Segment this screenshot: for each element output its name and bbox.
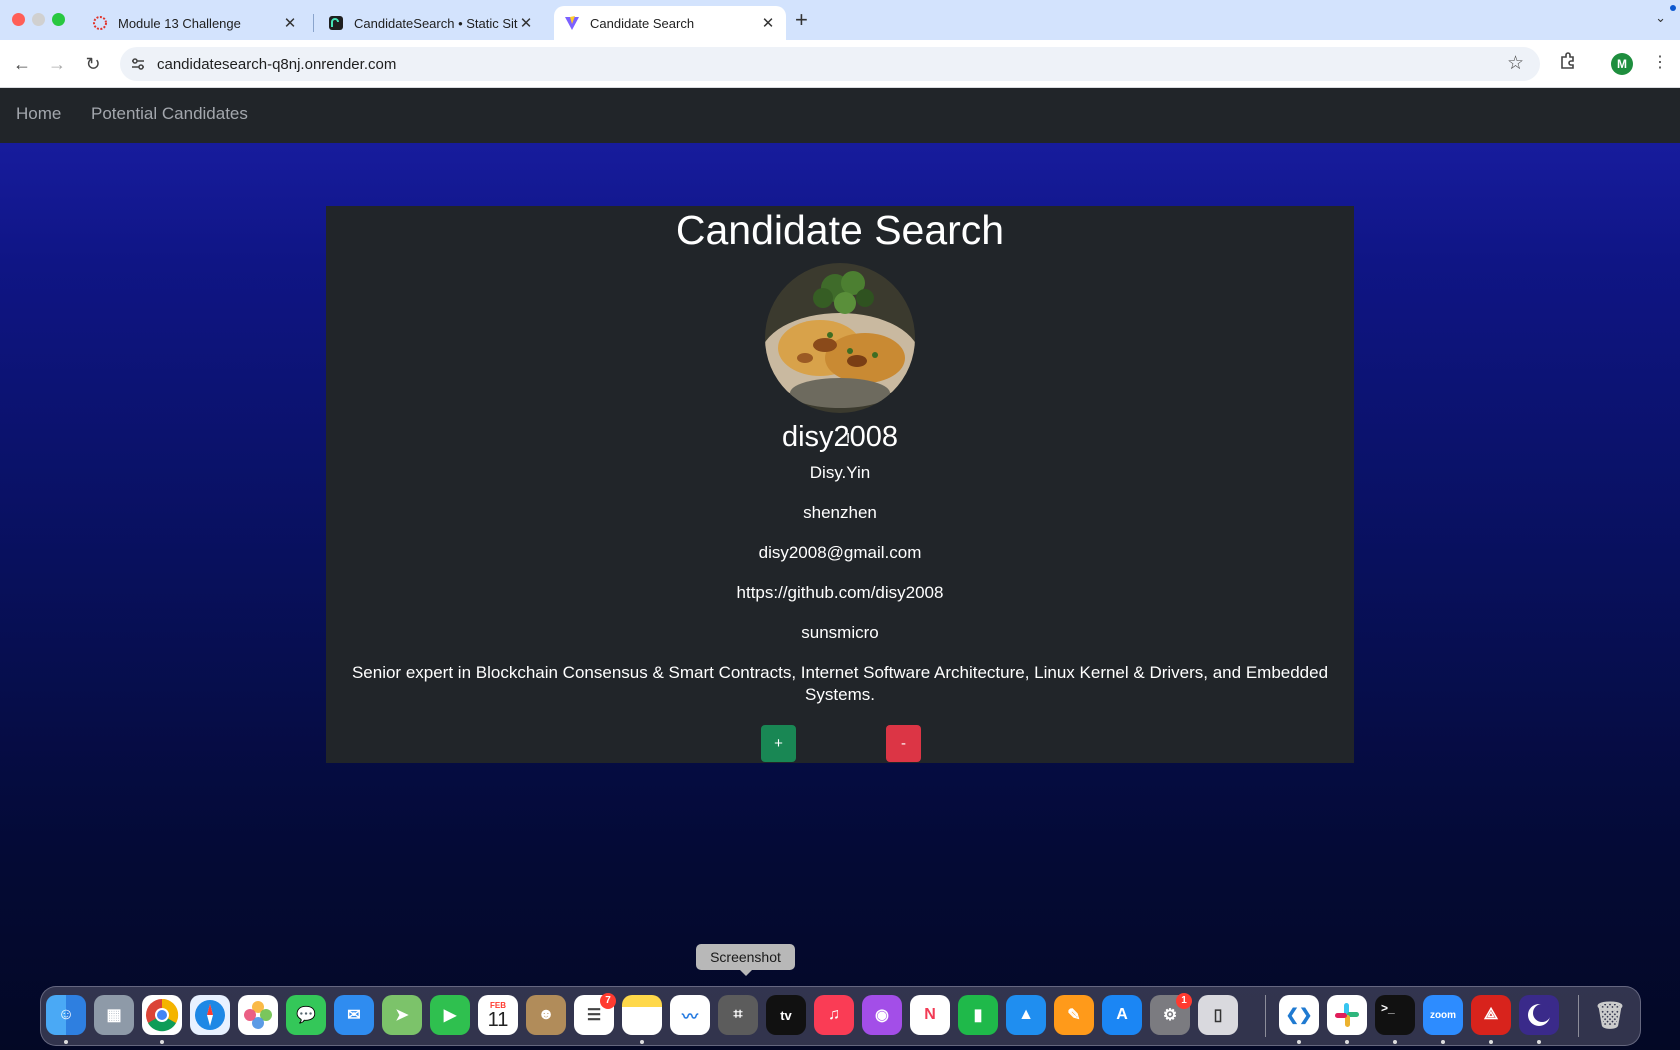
profile-avatar[interactable]: M [1611, 53, 1633, 75]
reload-icon[interactable]: ↻ [81, 52, 105, 76]
finder-icon[interactable]: ☺ [46, 995, 86, 1035]
mail-icon[interactable]: ✉ [334, 995, 374, 1035]
iphone-mirroring-icon[interactable]: ▯ [1198, 995, 1238, 1035]
photos-icon[interactable] [238, 995, 278, 1035]
candidate-location: shenzhen [803, 503, 877, 522]
apple-tv-icon[interactable]: tv [766, 995, 806, 1035]
close-tab-icon[interactable]: ✕ [282, 14, 298, 32]
numbers-icon[interactable]: ▮ [958, 995, 998, 1035]
candidate-username: disy2008 [781, 421, 899, 453]
news-icon[interactable]: N [910, 995, 950, 1035]
pages-icon[interactable]: ✎ [1054, 995, 1094, 1035]
acrobat-icon[interactable]: ⟁ [1471, 995, 1511, 1035]
site-navbar: Home Potential Candidates [0, 88, 1680, 143]
running-indicator [64, 1040, 68, 1044]
close-tab-icon[interactable]: ✕ [760, 14, 776, 32]
running-indicator [1537, 1040, 1541, 1044]
music-icon[interactable]: ♫ [814, 995, 854, 1035]
render-icon [329, 16, 343, 30]
running-indicator [1489, 1040, 1493, 1044]
running-indicator [1441, 1040, 1445, 1044]
trash-icon[interactable]: 🗑 [1590, 995, 1630, 1035]
nav-home-link[interactable]: Home [16, 104, 61, 124]
nav-potential-candidates-link[interactable]: Potential Candidates [91, 104, 248, 124]
url-text[interactable]: candidatesearch-q8nj.onrender.com [157, 56, 396, 73]
messages-icon[interactable]: 💬 [286, 995, 326, 1035]
candidate-name: Disy.Yin [809, 463, 871, 482]
text-cursor-icon: I [846, 430, 851, 447]
podcasts-icon[interactable]: ◉ [862, 995, 902, 1035]
dock-separator [1265, 995, 1266, 1037]
more-menu-icon[interactable]: ⋮ [1652, 52, 1668, 72]
bookmark-star-icon[interactable]: ☆ [1507, 52, 1524, 75]
calendar-icon[interactable]: FEB 11 [478, 995, 518, 1035]
candidate-email: disy2008@gmail.com [758, 543, 922, 562]
keynote-icon[interactable]: ▲ [1006, 995, 1046, 1035]
tab-candidatesearch-static-site[interactable]: CandidateSearch • Static Site ✕ [318, 6, 544, 40]
screenshot-icon[interactable]: ⌗ [718, 995, 758, 1035]
contacts-icon[interactable]: ☻ [526, 995, 566, 1035]
canvas-ring-icon [93, 16, 107, 30]
address-bar[interactable]: candidatesearch-q8nj.onrender.com ☆ [120, 47, 1540, 81]
tab-title: Candidate Search [590, 15, 695, 31]
running-indicator [160, 1040, 164, 1044]
reminders-badge: 7 [600, 993, 616, 1009]
page-title: Candidate Search [675, 207, 1005, 253]
back-arrow-icon[interactable]: ← [10, 52, 34, 76]
calendar-day: 11 [487, 1008, 509, 1031]
web-page: Home Potential Candidates Candidate Sear… [0, 88, 1680, 1050]
forward-arrow-icon[interactable]: → [45, 52, 69, 76]
candidate-bio: Senior expert in Blockchain Consensus & … [351, 663, 1329, 704]
new-tab-icon[interactable]: + [795, 8, 808, 32]
tab-title: CandidateSearch • Static Site [354, 15, 518, 31]
reject-candidate-button[interactable]: - [886, 725, 921, 762]
vscode-icon[interactable]: ❮❯ [1279, 995, 1319, 1035]
candidate-card: Candidate Search disy2008 Disy.Yin shenz… [326, 206, 1354, 763]
slack-icon[interactable] [1327, 995, 1367, 1035]
reminders-icon[interactable]: ☰ 7 [574, 993, 616, 1035]
system-settings-icon[interactable]: ⚙ 1 [1150, 993, 1192, 1035]
extensions-puzzle-icon[interactable] [1558, 51, 1578, 71]
zoom-label: zoom [1429, 1009, 1457, 1021]
candidate-avatar [765, 263, 915, 413]
freeform-icon[interactable]: 〰 [670, 995, 710, 1035]
candidate-company: sunsmicro [801, 623, 879, 642]
vite-icon [565, 16, 579, 30]
browser-toolbar: ← → ↻ candidatesearch-q8nj.onrender.com … [0, 40, 1680, 88]
running-indicator [1297, 1040, 1301, 1044]
vpn-icon[interactable] [1519, 995, 1559, 1035]
dock-tooltip: Screenshot [696, 944, 795, 976]
tab-separator [313, 14, 314, 32]
notification-dot-icon [1670, 5, 1676, 11]
apple-tv-label: tv [780, 1007, 792, 1023]
tab-title: Module 13 Challenge [118, 15, 241, 31]
dock-separator [1578, 995, 1579, 1037]
app-store-icon[interactable]: A [1102, 995, 1142, 1035]
site-info-icon[interactable] [130, 56, 146, 72]
terminal-icon[interactable]: >_ [1375, 995, 1415, 1035]
maps-icon[interactable]: ➤ [382, 995, 422, 1035]
tab-candidate-search[interactable]: Candidate Search ✕ [554, 6, 786, 40]
chrome-icon[interactable] [142, 995, 182, 1035]
zoom-icon[interactable]: zoom [1423, 995, 1463, 1035]
facetime-icon[interactable]: ▶ [430, 995, 470, 1035]
running-indicator [1345, 1040, 1349, 1044]
window-close-button[interactable] [12, 13, 25, 26]
tab-search-chevron-icon[interactable]: ⌄ [1655, 10, 1666, 26]
add-candidate-button[interactable]: + [761, 725, 796, 762]
browser-tab-strip: Module 13 Challenge ✕ CandidateSearch • … [0, 0, 1680, 40]
launchpad-icon[interactable]: ▦ [94, 995, 134, 1035]
safari-icon[interactable] [190, 995, 230, 1035]
running-indicator [640, 1040, 644, 1044]
settings-badge: 1 [1176, 993, 1192, 1009]
window-maximize-button[interactable] [52, 13, 65, 26]
food-photo-icon [765, 263, 915, 413]
running-indicator [1393, 1040, 1397, 1044]
notes-icon[interactable] [622, 995, 662, 1035]
window-minimize-button[interactable] [32, 13, 45, 26]
tab-module-13-challenge[interactable]: Module 13 Challenge ✕ [82, 6, 308, 40]
candidate-github-url: https://github.com/disy2008 [736, 583, 944, 602]
close-tab-icon[interactable]: ✕ [518, 14, 534, 32]
